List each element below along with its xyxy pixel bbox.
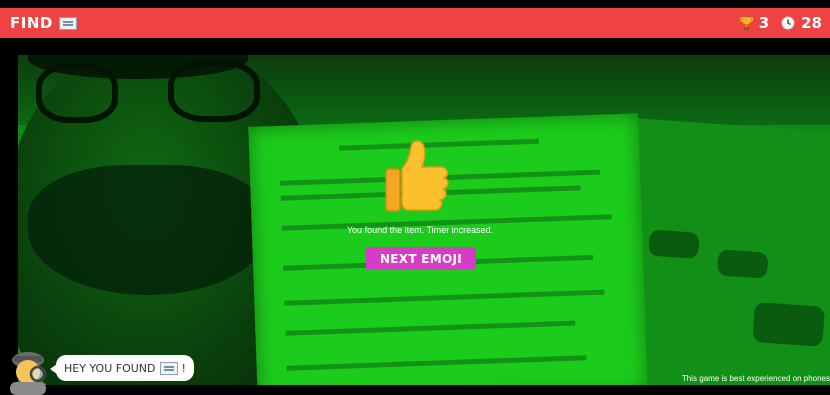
find-title-group: FIND — [10, 14, 77, 32]
game-screen: FIND 3 28 You found the item. Timer incr… — [0, 0, 830, 395]
photo-car — [716, 249, 769, 279]
text-line — [286, 355, 587, 371]
next-emoji-button[interactable]: NEXT EMOJI — [366, 247, 476, 270]
clock-icon — [781, 16, 795, 30]
found-message: You found the item. Timer increased. — [346, 225, 494, 235]
score-timer-group: 3 28 — [739, 14, 822, 32]
text-line — [284, 289, 605, 306]
thumbs-up-icon — [385, 140, 449, 212]
glasses-lens — [168, 60, 260, 122]
text-line — [285, 320, 576, 336]
beard — [28, 165, 268, 295]
trophy-count: 3 — [758, 14, 770, 32]
timer-value: 28 — [801, 14, 822, 32]
speech-bubble: HEY YOU FOUND ! — [50, 355, 194, 381]
footer-note: This game is best experienced on phones — [681, 374, 830, 383]
glasses-lens — [36, 63, 118, 123]
photo-car — [648, 229, 700, 259]
camera-feed — [18, 55, 830, 385]
page-title: FIND — [10, 14, 53, 32]
photo-car — [752, 301, 825, 347]
newspaper-icon — [58, 16, 77, 30]
speech-exclamation: ! — [181, 361, 186, 375]
trophy-icon — [739, 16, 753, 30]
header-bar: FIND 3 28 — [0, 8, 830, 38]
newspaper-icon — [159, 361, 178, 375]
speech-text: HEY YOU FOUND — [64, 361, 156, 375]
detective-icon — [10, 352, 47, 395]
